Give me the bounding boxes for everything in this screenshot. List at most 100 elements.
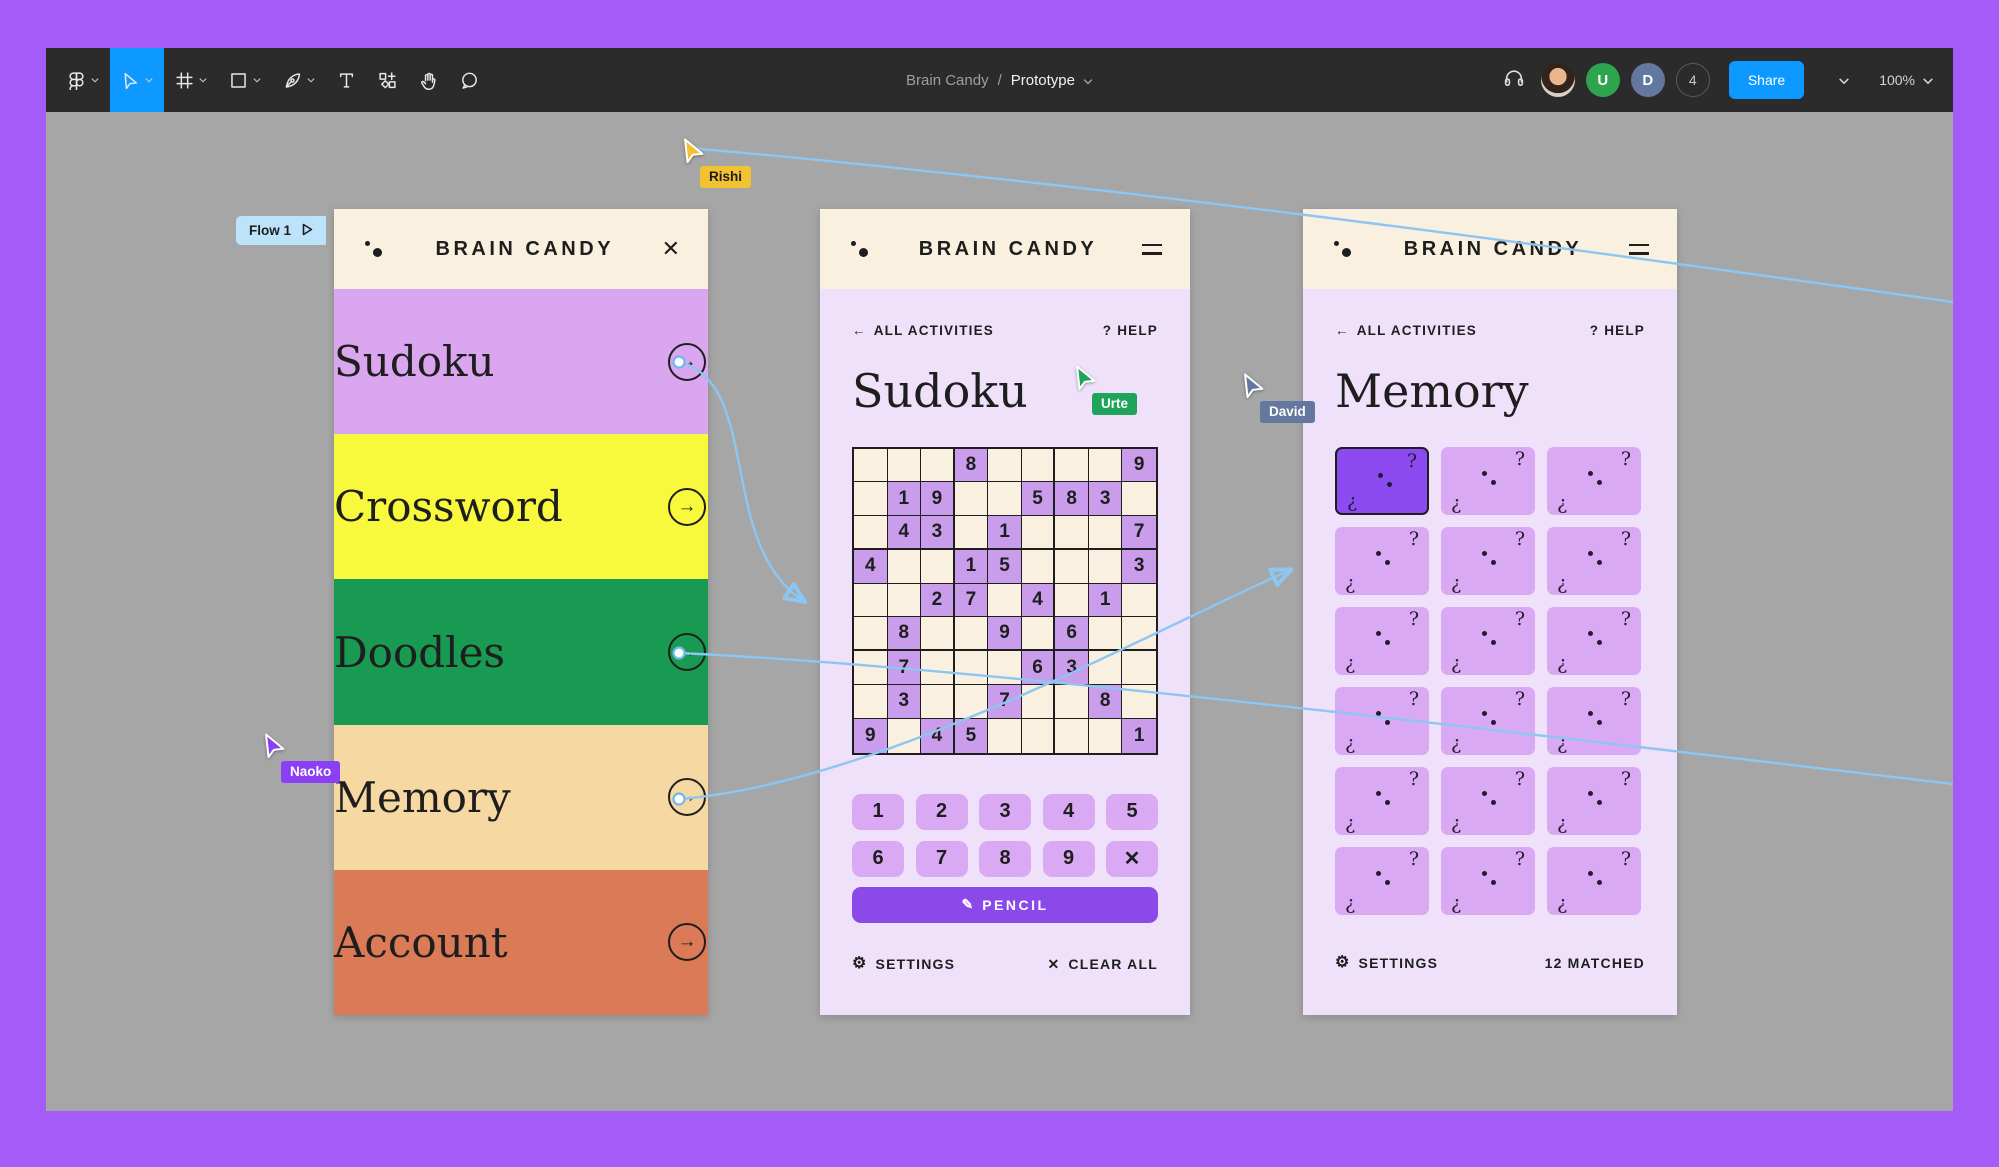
sudoku-cell[interactable] — [1122, 584, 1156, 618]
menu-item-memory[interactable]: Memory→ — [334, 725, 708, 870]
sudoku-cell[interactable]: 7 — [988, 685, 1022, 719]
sudoku-cell[interactable] — [1089, 449, 1123, 483]
zoom-level[interactable]: 100% — [1879, 72, 1915, 88]
sudoku-cell[interactable] — [988, 449, 1022, 483]
frame-sudoku[interactable]: BRAIN CANDY ← ALL ACTIVITIES ? HELP Sudo… — [820, 209, 1190, 1015]
sudoku-cell[interactable]: 3 — [888, 685, 922, 719]
sudoku-cell[interactable] — [854, 685, 888, 719]
sudoku-cell[interactable] — [854, 516, 888, 550]
avatar-d[interactable]: D — [1631, 63, 1665, 97]
sudoku-cell[interactable] — [988, 584, 1022, 618]
memory-card[interactable]: ?¿ — [1441, 447, 1535, 515]
menu-item-doodles[interactable]: Doodles→ — [334, 579, 708, 724]
sudoku-cell[interactable]: 4 — [854, 550, 888, 584]
sudoku-cell[interactable] — [921, 617, 955, 651]
sudoku-cell[interactable] — [1055, 584, 1089, 618]
sudoku-cell[interactable]: 5 — [955, 719, 989, 753]
sudoku-cell[interactable] — [1089, 516, 1123, 550]
main-menu-button[interactable] — [56, 48, 110, 112]
memory-card[interactable]: ?¿ — [1441, 847, 1535, 915]
sudoku-cell[interactable] — [1022, 449, 1056, 483]
sudoku-cell[interactable] — [1089, 617, 1123, 651]
memory-card[interactable]: ?¿ — [1335, 687, 1429, 755]
sudoku-cell[interactable]: 7 — [1122, 516, 1156, 550]
sudoku-cell[interactable]: 3 — [1122, 550, 1156, 584]
pen-tool-button[interactable] — [272, 48, 326, 112]
sudoku-cell[interactable] — [921, 550, 955, 584]
memory-card[interactable]: ?¿ — [1335, 767, 1429, 835]
numpad-button-1[interactable]: 1 — [852, 794, 904, 830]
sudoku-cell[interactable]: 1 — [888, 482, 922, 516]
sudoku-cell[interactable] — [921, 685, 955, 719]
sudoku-cell[interactable] — [854, 651, 888, 685]
memory-card[interactable]: ?¿ — [1547, 447, 1641, 515]
text-tool-button[interactable] — [326, 48, 367, 112]
memory-card[interactable]: ?¿ — [1441, 687, 1535, 755]
arrow-right-icon[interactable]: → — [668, 488, 706, 526]
frame-menu[interactable]: BRAIN CANDY ✕ Sudoku→Crossword→Doodles→M… — [334, 209, 708, 1015]
sudoku-cell[interactable] — [1122, 482, 1156, 516]
numpad-button-2[interactable]: 2 — [916, 794, 968, 830]
sudoku-cell[interactable]: 8 — [1089, 685, 1123, 719]
zoom-chevron-icon[interactable] — [1923, 72, 1933, 88]
numpad-button-3[interactable]: 3 — [979, 794, 1031, 830]
sudoku-cell[interactable]: 8 — [888, 617, 922, 651]
memory-card[interactable]: ?¿ — [1547, 607, 1641, 675]
sudoku-cell[interactable]: 1 — [1089, 584, 1123, 618]
help-link[interactable]: ? HELP — [1590, 323, 1645, 338]
sudoku-cell[interactable] — [955, 516, 989, 550]
memory-card[interactable]: ?¿ — [1547, 527, 1641, 595]
sudoku-cell[interactable]: 3 — [921, 516, 955, 550]
sudoku-cell[interactable] — [1055, 516, 1089, 550]
sudoku-cell[interactable] — [955, 617, 989, 651]
sudoku-cell[interactable] — [988, 482, 1022, 516]
sudoku-cell[interactable]: 4 — [1022, 584, 1056, 618]
sudoku-cell[interactable]: 3 — [1089, 482, 1123, 516]
sudoku-cell[interactable] — [955, 482, 989, 516]
numpad-button-9[interactable]: 9 — [1043, 841, 1095, 877]
breadcrumb[interactable]: Brain Candy / Prototype — [906, 48, 1093, 112]
sudoku-cell[interactable] — [854, 617, 888, 651]
sudoku-cell[interactable]: 5 — [1022, 482, 1056, 516]
memory-card[interactable]: ?¿ — [1335, 527, 1429, 595]
close-icon[interactable]: ✕ — [662, 238, 680, 260]
sudoku-cell[interactable]: 9 — [1122, 449, 1156, 483]
memory-card[interactable]: ?¿ — [1335, 607, 1429, 675]
sudoku-cell[interactable] — [1022, 516, 1056, 550]
panel-chevron-icon[interactable] — [1839, 72, 1849, 88]
memory-card[interactable]: ?¿ — [1547, 847, 1641, 915]
numpad-delete-button[interactable]: ✕ — [1106, 841, 1158, 877]
hamburger-menu-icon[interactable] — [1629, 244, 1649, 255]
sudoku-cell[interactable]: 6 — [1055, 617, 1089, 651]
sudoku-cell[interactable] — [955, 685, 989, 719]
sudoku-cell[interactable] — [1055, 550, 1089, 584]
sudoku-cell[interactable] — [1055, 685, 1089, 719]
sudoku-cell[interactable] — [888, 550, 922, 584]
move-tool-button[interactable] — [110, 48, 164, 112]
memory-card[interactable]: ?¿ — [1441, 527, 1535, 595]
sudoku-cell[interactable]: 6 — [1022, 651, 1056, 685]
memory-card[interactable]: ?¿ — [1441, 607, 1535, 675]
sudoku-cell[interactable] — [1022, 617, 1056, 651]
sudoku-cell[interactable] — [888, 449, 922, 483]
numpad-button-8[interactable]: 8 — [979, 841, 1031, 877]
memory-card[interactable]: ?¿ — [1547, 687, 1641, 755]
pencil-button[interactable]: ✎ PENCIL — [852, 887, 1158, 923]
arrow-right-icon[interactable]: → — [668, 923, 706, 961]
sudoku-cell[interactable] — [888, 719, 922, 753]
back-to-activities-link[interactable]: ← ALL ACTIVITIES — [1335, 323, 1477, 338]
sudoku-cell[interactable] — [988, 719, 1022, 753]
arrow-right-icon[interactable]: → — [668, 633, 706, 671]
sudoku-cell[interactable] — [854, 482, 888, 516]
sudoku-cell[interactable]: 5 — [988, 550, 1022, 584]
frame-memory[interactable]: BRAIN CANDY ← ALL ACTIVITIES ? HELP Memo… — [1303, 209, 1677, 1015]
flow-play-icon[interactable] — [302, 223, 313, 239]
sudoku-cell[interactable]: 9 — [921, 482, 955, 516]
sudoku-cell[interactable]: 2 — [921, 584, 955, 618]
memory-card[interactable]: ?¿ — [1441, 767, 1535, 835]
arrow-right-icon[interactable]: → — [668, 343, 706, 381]
clear-all-link[interactable]: ✕ CLEAR ALL — [1047, 956, 1158, 973]
memory-card[interactable]: ?¿ — [1547, 767, 1641, 835]
numpad-button-4[interactable]: 4 — [1043, 794, 1095, 830]
sudoku-cell[interactable]: 3 — [1055, 651, 1089, 685]
